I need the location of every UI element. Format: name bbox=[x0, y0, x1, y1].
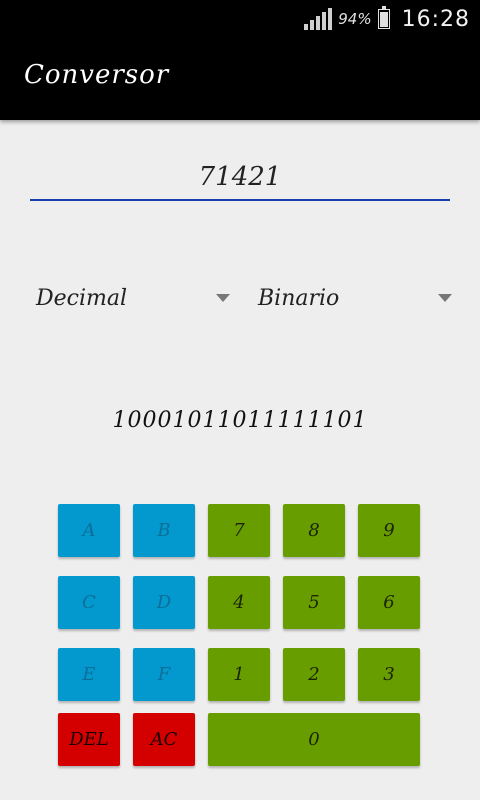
conversion-result: 10001011011111101 bbox=[112, 408, 368, 433]
dropdown-arrow-icon bbox=[438, 294, 452, 302]
key-b-button[interactable]: B bbox=[133, 504, 195, 557]
signal-icon bbox=[304, 8, 333, 30]
battery-percent: 94% bbox=[338, 10, 372, 28]
delete-button[interactable]: DEL bbox=[58, 713, 120, 766]
key-0-button[interactable]: 0 bbox=[208, 713, 420, 766]
key-4-button[interactable]: 4 bbox=[208, 576, 270, 629]
app-title: Conversor bbox=[24, 60, 170, 90]
from-base-spinner[interactable]: Decimal bbox=[30, 278, 230, 322]
key-f-button[interactable]: F bbox=[133, 648, 195, 701]
clear-all-button[interactable]: AC bbox=[133, 713, 195, 766]
battery-icon bbox=[377, 6, 390, 29]
status-bar: 94% 16:28 bbox=[0, 0, 480, 38]
key-5-button[interactable]: 5 bbox=[283, 576, 345, 629]
key-8-button[interactable]: 8 bbox=[283, 504, 345, 557]
to-base-spinner[interactable]: Binario bbox=[252, 278, 452, 322]
number-input[interactable] bbox=[30, 155, 450, 201]
key-2-button[interactable]: 2 bbox=[283, 648, 345, 701]
key-a-button[interactable]: A bbox=[58, 504, 120, 557]
from-base-value: Decimal bbox=[36, 286, 128, 311]
key-6-button[interactable]: 6 bbox=[358, 576, 420, 629]
status-icons: 94% 16:28 bbox=[304, 0, 470, 38]
dropdown-arrow-icon bbox=[216, 294, 230, 302]
clock: 16:28 bbox=[401, 6, 470, 32]
key-c-button[interactable]: C bbox=[58, 576, 120, 629]
key-3-button[interactable]: 3 bbox=[358, 648, 420, 701]
app-bar: Conversor bbox=[0, 38, 480, 120]
key-9-button[interactable]: 9 bbox=[358, 504, 420, 557]
key-d-button[interactable]: D bbox=[133, 576, 195, 629]
key-7-button[interactable]: 7 bbox=[208, 504, 270, 557]
to-base-value: Binario bbox=[258, 286, 340, 311]
key-e-button[interactable]: E bbox=[58, 648, 120, 701]
key-1-button[interactable]: 1 bbox=[208, 648, 270, 701]
